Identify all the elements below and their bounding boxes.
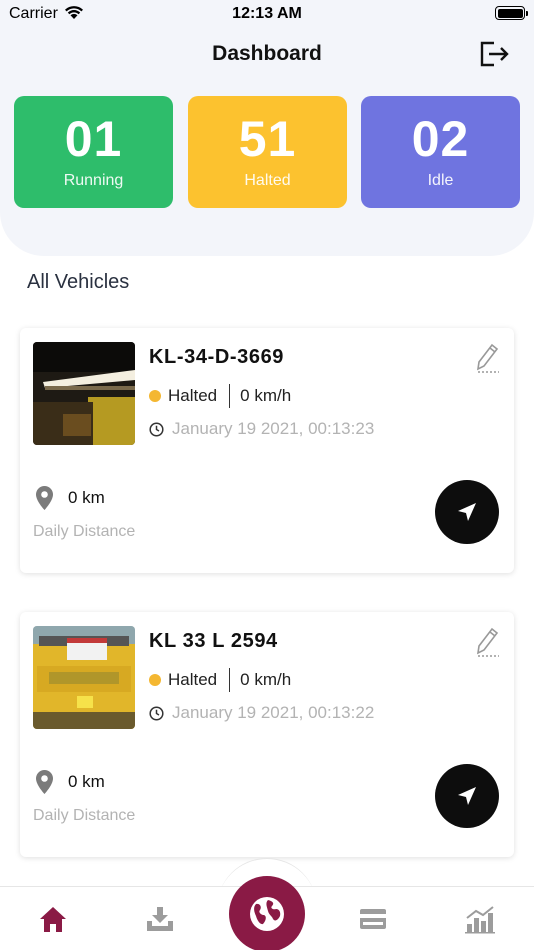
running-count-card[interactable]: 01 Running	[14, 96, 173, 208]
status-bar: Carrier 12:13 AM	[0, 0, 534, 30]
divider	[229, 668, 231, 692]
chart-icon	[465, 906, 495, 934]
tab-payments[interactable]	[343, 887, 403, 950]
status-row: Halted 0 km/h	[149, 668, 291, 692]
timestamp-row: January 19 2021, 00:13:22	[149, 703, 374, 723]
running-label: Running	[63, 172, 124, 189]
status-row: Halted 0 km/h	[149, 384, 291, 408]
halted-dot	[149, 390, 161, 402]
halted-count-card[interactable]: 51 Halted	[188, 96, 347, 208]
section-title: All Vehicles	[27, 271, 130, 293]
halted-label: Halted	[244, 172, 291, 189]
distance-row: 0 km	[35, 485, 105, 511]
card-icon	[360, 909, 386, 929]
navigate-button[interactable]	[435, 764, 499, 828]
timestamp-row: January 19 2021, 00:13:23	[149, 419, 374, 439]
battery-icon	[495, 6, 528, 20]
divider	[229, 384, 231, 408]
map-view-button[interactable]	[229, 876, 305, 950]
logout-icon[interactable]	[478, 40, 510, 68]
idle-count-card[interactable]: 02 Idle	[361, 96, 520, 208]
running-count: 01	[64, 111, 123, 167]
tab-reports[interactable]	[450, 887, 510, 950]
vehicle-speed: 0 km/h	[240, 670, 292, 689]
vehicle-card[interactable]: KL-34-D-3669 Halted 0 km/h January 19 20…	[20, 328, 514, 573]
vehicle-card[interactable]: KL 33 L 2594 Halted 0 km/h January 19 20…	[20, 612, 514, 857]
daily-distance-value: 0 km	[68, 772, 105, 791]
navigate-button[interactable]	[435, 480, 499, 544]
vehicle-photo	[33, 342, 135, 445]
clock: 12:13 AM	[232, 5, 302, 22]
vehicle-plate: KL-34-D-3669	[149, 346, 285, 368]
distance-row: 0 km	[35, 769, 105, 795]
page-title: Dashboard	[212, 42, 322, 65]
daily-distance-label: Daily Distance	[33, 523, 136, 540]
home-icon	[40, 907, 66, 932]
idle-label: Idle	[427, 172, 454, 189]
globe-icon	[250, 897, 284, 931]
halted-dot	[149, 674, 161, 686]
vehicle-status: Halted	[168, 386, 218, 405]
tab-downloads[interactable]	[130, 887, 190, 950]
vehicle-photo	[33, 626, 135, 729]
halted-count: 51	[238, 111, 297, 167]
download-icon	[147, 907, 173, 931]
daily-distance-label: Daily Distance	[33, 807, 136, 824]
vehicle-plate: KL 33 L 2594	[149, 630, 278, 652]
edit-icon[interactable]	[475, 342, 501, 374]
vehicle-timestamp: January 19 2021, 00:13:23	[172, 419, 375, 438]
vehicle-speed: 0 km/h	[240, 386, 292, 405]
vehicle-status: Halted	[168, 670, 218, 689]
clock-icon	[149, 705, 164, 721]
location-pin-icon	[36, 486, 53, 510]
edit-icon[interactable]	[475, 626, 501, 658]
vehicle-timestamp: January 19 2021, 00:13:22	[172, 703, 375, 722]
idle-count: 02	[411, 111, 470, 167]
clock-icon	[149, 421, 164, 437]
tab-home[interactable]	[23, 887, 83, 950]
navigation-arrow-icon	[458, 787, 476, 805]
location-pin-icon	[36, 770, 53, 794]
daily-distance-value: 0 km	[68, 488, 105, 507]
navigation-arrow-icon	[458, 503, 476, 521]
